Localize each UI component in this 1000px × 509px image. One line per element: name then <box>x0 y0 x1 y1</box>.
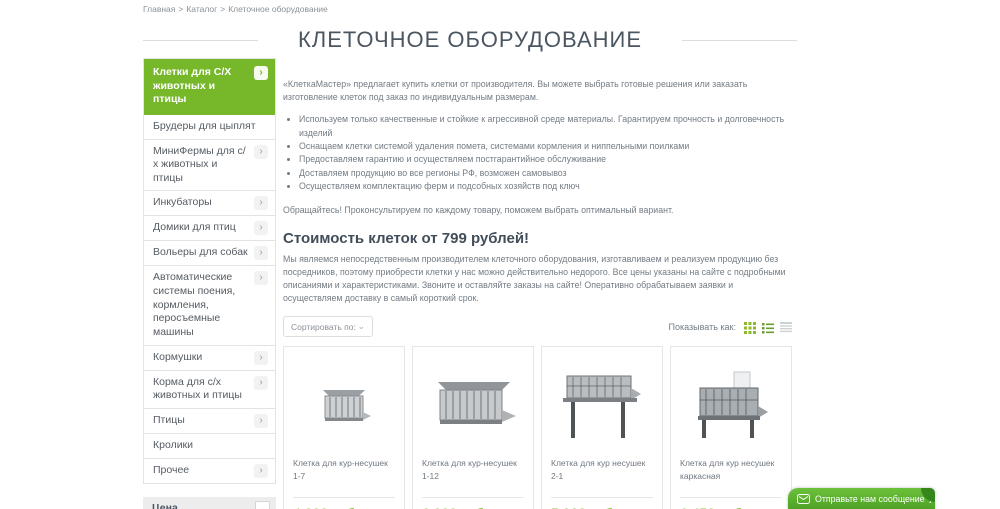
chevron-right-icon[interactable]: › <box>254 145 268 159</box>
sidebar-item-birds[interactable]: Птицы › <box>144 409 275 434</box>
chevron-down-icon: ⌄ <box>357 321 365 332</box>
grid-view-icon[interactable] <box>744 321 756 333</box>
chevron-down-icon[interactable]: ⌄ <box>255 501 270 509</box>
sidebar: Клетки для С/Х животных и птицы › Брудер… <box>143 58 276 509</box>
sidebar-item-label: Клетки для С/Х животных и птицы <box>153 66 250 107</box>
feature-list: Используем только качественные и стойкие… <box>299 113 792 193</box>
sort-label: Сортировать по: <box>291 322 356 332</box>
sidebar-item-label: Прочее <box>153 464 189 478</box>
title-row: КЛЕТОЧНОЕ ОБОРУДОВАНИЕ <box>143 27 797 53</box>
product-card[interactable]: Клетка для кур-несушек 1-7 4 090 руб. <box>283 346 405 509</box>
feature-item: Предоставляем гарантию и осуществляем по… <box>299 153 792 166</box>
sidebar-item-dog-enclosures[interactable]: Вольеры для собак › <box>144 241 275 266</box>
product-price: 6 999 руб. <box>422 498 524 509</box>
main-content: «КлеткаМастер» предлагает купить клетки … <box>283 78 792 509</box>
title-divider-left <box>143 40 258 41</box>
chat-message-label: Отправьте нам сообщение <box>815 494 925 504</box>
feature-item: Осуществляем комплектацию ферм и подсобн… <box>299 180 792 193</box>
chevron-right-icon[interactable]: › <box>254 414 268 428</box>
sidebar-item-feeders[interactable]: Кормушки › <box>144 346 275 371</box>
chevron-right-icon[interactable]: › <box>254 271 268 285</box>
product-image[interactable] <box>422 355 524 457</box>
chevron-right-icon[interactable]: › <box>254 464 268 478</box>
view-label: Показывать как: <box>669 322 737 332</box>
chevron-right-icon[interactable]: › <box>254 66 268 80</box>
product-card[interactable]: Клетка для кур несушек 2-1 5 900 руб. <box>541 346 663 509</box>
sidebar-item-label: МиниФермы для с/х животных и птицы <box>153 145 250 186</box>
title-divider-right <box>682 40 797 41</box>
catalog-page: Главная>Каталог>Клеточное оборудование К… <box>0 0 1000 509</box>
sidebar-item-label: Автоматические системы поения, кормления… <box>153 271 250 339</box>
breadcrumb-current: Клеточное оборудование <box>228 4 328 14</box>
sidebar-item-minifarms[interactable]: МиниФермы для с/х животных и птицы › <box>144 140 275 192</box>
price-filter-header[interactable]: Цена ⌄ <box>143 497 276 509</box>
list-view-icon[interactable] <box>762 321 774 333</box>
product-image[interactable] <box>680 355 782 457</box>
sort-dropdown[interactable]: Сортировать по: ⌄ <box>283 316 373 337</box>
view-switcher: Показывать как: <box>669 321 793 333</box>
product-name[interactable]: Клетка для кур несушек 2-1 <box>551 457 653 482</box>
price-filter-title: Цена <box>152 502 178 509</box>
sidebar-item-label: Корма для с/х животных и птицы <box>153 376 250 403</box>
table-view-icon[interactable] <box>780 321 792 333</box>
sidebar-item-rabbits[interactable]: Кролики <box>144 434 275 459</box>
sidebar-item-label: Вольеры для собак <box>153 246 248 260</box>
sidebar-item-label: Брудеры для цыплят <box>153 120 256 134</box>
product-price: 5 900 руб. <box>551 498 653 509</box>
product-price: 4 090 руб. <box>293 498 395 509</box>
chevron-right-icon[interactable]: › <box>254 246 268 260</box>
sidebar-item-label: Птицы <box>153 414 185 428</box>
breadcrumb: Главная>Каталог>Клеточное оборудование <box>143 4 328 14</box>
price-heading: Стоимость клеток от 799 рублей! <box>283 230 792 247</box>
sidebar-item-feed[interactable]: Корма для с/х животных и птицы › <box>144 371 275 409</box>
message-icon <box>797 494 810 504</box>
product-grid: Клетка для кур-несушек 1-7 4 090 руб. Кл… <box>283 346 792 509</box>
product-price: 6 450 руб. <box>680 498 782 509</box>
sidebar-item-label: Домики для птиц <box>153 221 236 235</box>
chevron-right-icon[interactable]: › <box>254 196 268 210</box>
chevron-right-icon[interactable]: › <box>254 376 268 390</box>
product-name[interactable]: Клетка для кур несушек каркасная <box>680 457 782 482</box>
page-title: КЛЕТОЧНОЕ ОБОРУДОВАНИЕ <box>298 27 642 53</box>
breadcrumb-separator: > <box>220 4 225 14</box>
cage-illustration <box>426 376 520 436</box>
sidebar-item-brooders[interactable]: Брудеры для цыплят <box>144 115 275 140</box>
breadcrumb-home-link[interactable]: Главная <box>143 4 175 14</box>
sidebar-item-other[interactable]: Прочее › <box>144 459 275 484</box>
intro-paragraph: «КлеткаМастер» предлагает купить клетки … <box>283 78 792 104</box>
sidebar-item-label: Инкубаторы <box>153 196 212 210</box>
product-card[interactable]: Клетка для кур несушек каркасная 6 450 р… <box>670 346 792 509</box>
product-card[interactable]: Клетка для кур-несушек 1-12 6 999 руб. <box>412 346 534 509</box>
feature-item: Оснащаем клетки системой удаления помета… <box>299 140 792 153</box>
product-image[interactable] <box>551 355 653 457</box>
sidebar-item-label: Кролики <box>153 439 193 453</box>
contact-note: Обращайтесь! Проконсультируем по каждому… <box>283 204 792 217</box>
breadcrumb-separator: > <box>178 4 183 14</box>
feature-item: Используем только качественные и стойкие… <box>299 113 792 140</box>
description-paragraph: Мы являемся непосредственным производите… <box>283 253 792 306</box>
feature-item: Доставляем продукцию во все регионы РФ, … <box>299 167 792 180</box>
product-name[interactable]: Клетка для кур-несушек 1-7 <box>293 457 395 482</box>
chevron-right-icon[interactable]: › <box>254 221 268 235</box>
cage-illustration <box>557 368 647 444</box>
cage-illustration <box>313 382 375 430</box>
sidebar-item-label: Кормушки <box>153 351 202 365</box>
cage-illustration <box>690 370 772 442</box>
breadcrumb-catalog-link[interactable]: Каталог <box>186 4 217 14</box>
product-image[interactable] <box>293 355 395 457</box>
category-menu: Клетки для С/Х животных и птицы › Брудер… <box>143 58 276 484</box>
sidebar-item-incubators[interactable]: Инкубаторы › <box>144 191 275 216</box>
toolbar: Сортировать по: ⌄ Показывать как: <box>283 316 792 337</box>
chat-widget[interactable]: Отправьте нам сообщение jivosite <box>788 488 935 509</box>
product-name[interactable]: Клетка для кур-несушек 1-12 <box>422 457 524 482</box>
chevron-right-icon[interactable]: › <box>254 351 268 365</box>
sidebar-item-cages-farm-animals[interactable]: Клетки для С/Х животных и птицы › <box>144 59 275 115</box>
sidebar-item-automatic-systems[interactable]: Автоматические системы поения, кормления… <box>144 266 275 345</box>
price-filter: Цена ⌄ от до <box>143 497 276 509</box>
sidebar-item-birdhouses[interactable]: Домики для птиц › <box>144 216 275 241</box>
